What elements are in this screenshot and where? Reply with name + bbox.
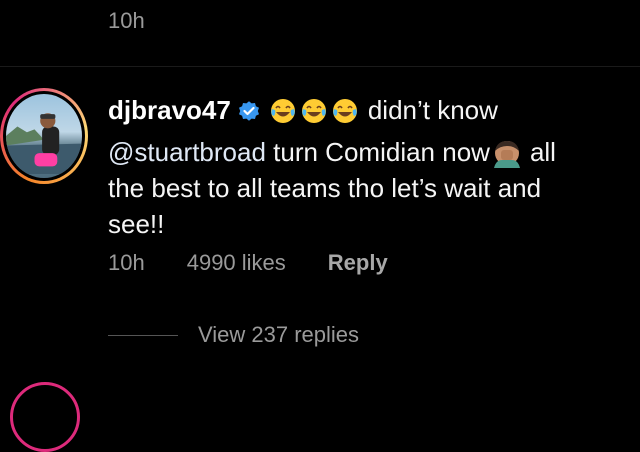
profile-photo-icon <box>6 113 82 174</box>
comment-text-line1: didn’t know <box>367 95 498 125</box>
next-comment-avatar[interactable] <box>10 382 80 452</box>
avatar[interactable] <box>0 88 88 184</box>
replies-divider-line <box>108 334 178 336</box>
face-with-tears-of-joy-icon <box>301 99 326 123</box>
person-facepalming-icon <box>493 141 520 168</box>
comment-text-line3: the best to all teams tho let’s wait and <box>108 173 542 203</box>
comment-time: 10h <box>108 250 145 275</box>
verified-badge-icon <box>238 101 259 121</box>
mention-link[interactable]: @stuartbroad <box>108 137 266 167</box>
face-with-tears-of-joy-icon <box>332 99 357 123</box>
username[interactable]: djbravo47 <box>108 95 231 125</box>
view-replies-button[interactable]: View 237 replies <box>108 322 359 348</box>
emoji-group <box>269 97 362 134</box>
likes-count[interactable]: 4990 likes <box>187 250 286 276</box>
comment-text-line2: turn Comidian now <box>273 137 490 167</box>
view-replies-label: View 237 replies <box>198 322 360 347</box>
previous-comment-time: 10h <box>108 8 145 33</box>
face-with-tears-of-joy-icon <box>270 99 295 123</box>
comment-meta: 10h 4990 likes Reply <box>108 250 388 276</box>
comment-text-line2-end: all <box>529 137 556 167</box>
reply-button[interactable]: Reply <box>328 250 388 276</box>
divider <box>0 66 640 67</box>
avatar-photo <box>6 94 82 178</box>
comment-text: djbravo47 didn’t know @stuartbroad turn … <box>108 92 628 242</box>
comment-text-line4: see!! <box>108 209 165 239</box>
